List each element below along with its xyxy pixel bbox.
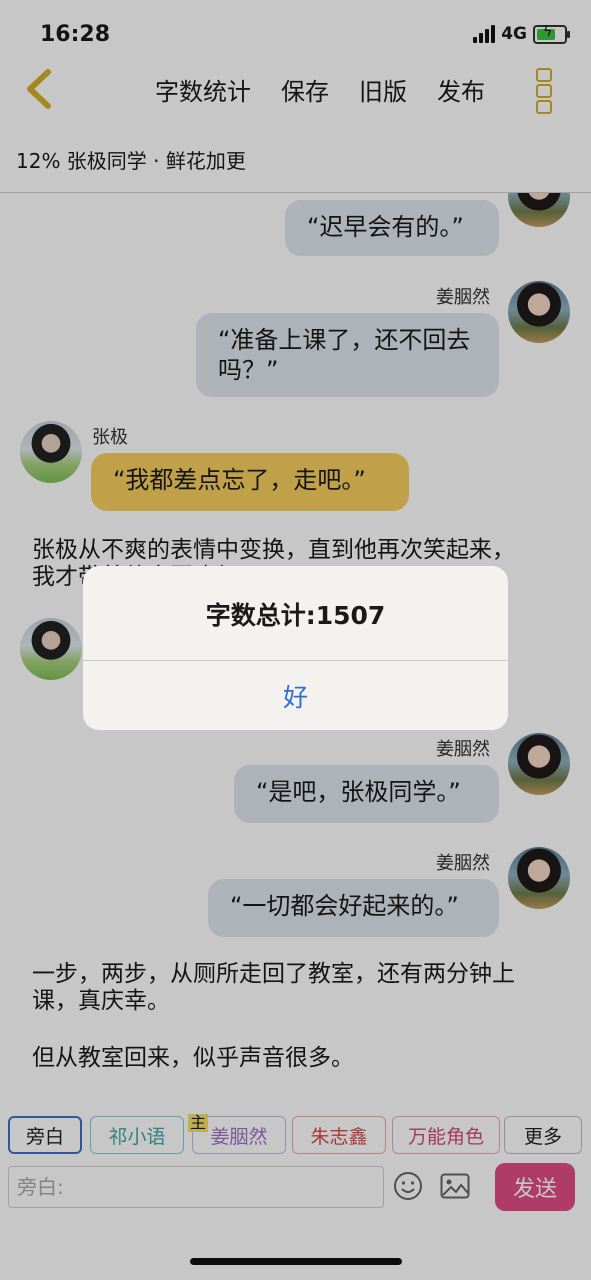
app-screen: 16:28 4G ϟ 字数统计 保存 旧版 发布 12% 张极同学 · 鲜花加更… xyxy=(0,0,591,1280)
word-count-dialog: 字数总计:1507 好 xyxy=(83,566,508,730)
dialog-ok-button[interactable]: 好 xyxy=(83,661,508,730)
dialog-title: 字数总计:1507 xyxy=(205,601,386,630)
